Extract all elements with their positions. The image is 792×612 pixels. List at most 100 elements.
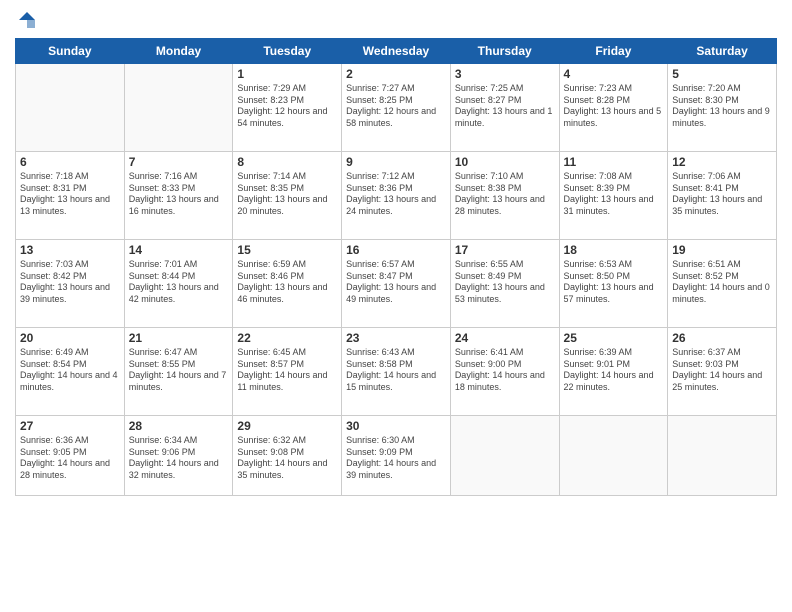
calendar-day-21: 21 Sunrise: 6:47 AM Sunset: 8:55 PM Dayli… (124, 328, 233, 416)
day-info: Sunrise: 7:18 AM Sunset: 8:31 PM Dayligh… (20, 171, 120, 218)
day-number: 15 (237, 243, 337, 257)
calendar-empty-cell (559, 416, 668, 496)
day-number: 24 (455, 331, 555, 345)
calendar-day-13: 13 Sunrise: 7:03 AM Sunset: 8:42 PM Dayli… (16, 240, 125, 328)
day-number: 18 (564, 243, 664, 257)
day-number: 27 (20, 419, 120, 433)
calendar-day-12: 12 Sunrise: 7:06 AM Sunset: 8:41 PM Dayli… (668, 152, 777, 240)
day-info: Sunrise: 6:45 AM Sunset: 8:57 PM Dayligh… (237, 347, 337, 394)
calendar-day-11: 11 Sunrise: 7:08 AM Sunset: 8:39 PM Dayli… (559, 152, 668, 240)
day-info: Sunrise: 6:51 AM Sunset: 8:52 PM Dayligh… (672, 259, 772, 306)
calendar-day-19: 19 Sunrise: 6:51 AM Sunset: 8:52 PM Dayli… (668, 240, 777, 328)
day-number: 7 (129, 155, 229, 169)
calendar-day-25: 25Sunrise: 6:39 AM Sunset: 9:01 PM Dayli… (559, 328, 668, 416)
day-info: Sunrise: 6:53 AM Sunset: 8:50 PM Dayligh… (564, 259, 664, 306)
day-info: Sunrise: 6:57 AM Sunset: 8:47 PM Dayligh… (346, 259, 446, 306)
day-number: 4 (564, 67, 664, 81)
calendar-day-1: 1 Sunrise: 7:29 AM Sunset: 8:23 PM Daylig… (233, 64, 342, 152)
calendar-table: SundayMondayTuesdayWednesdayThursdayFrid… (15, 38, 777, 496)
header (15, 10, 777, 30)
calendar-day-7: 7 Sunrise: 7:16 AM Sunset: 8:33 PM Daylig… (124, 152, 233, 240)
calendar-day-3: 3Sunrise: 7:25 AM Sunset: 8:27 PM Daylig… (450, 64, 559, 152)
day-header-monday: Monday (124, 39, 233, 64)
calendar-week-3: 13 Sunrise: 7:03 AM Sunset: 8:42 PM Dayli… (16, 240, 777, 328)
day-info: Sunrise: 7:03 AM Sunset: 8:42 PM Dayligh… (20, 259, 120, 306)
day-info: Sunrise: 7:23 AM Sunset: 8:28 PM Dayligh… (564, 83, 664, 130)
day-number: 2 (346, 67, 446, 81)
day-info: Sunrise: 7:20 AM Sunset: 8:30 PM Dayligh… (672, 83, 772, 130)
day-info: Sunrise: 7:10 AM Sunset: 8:38 PM Dayligh… (455, 171, 555, 218)
day-info: Sunrise: 7:27 AM Sunset: 8:25 PM Dayligh… (346, 83, 446, 130)
day-number: 23 (346, 331, 446, 345)
day-header-thursday: Thursday (450, 39, 559, 64)
day-header-tuesday: Tuesday (233, 39, 342, 64)
calendar-week-5: 27 Sunrise: 6:36 AM Sunset: 9:05 PM Dayli… (16, 416, 777, 496)
day-header-sunday: Sunday (16, 39, 125, 64)
page: SundayMondayTuesdayWednesdayThursdayFrid… (0, 0, 792, 612)
calendar-day-14: 14 Sunrise: 7:01 AM Sunset: 8:44 PM Dayli… (124, 240, 233, 328)
day-number: 19 (672, 243, 772, 257)
day-info: Sunrise: 7:29 AM Sunset: 8:23 PM Dayligh… (237, 83, 337, 130)
calendar-header-row: SundayMondayTuesdayWednesdayThursdayFrid… (16, 39, 777, 64)
day-number: 16 (346, 243, 446, 257)
day-number: 9 (346, 155, 446, 169)
day-info: Sunrise: 6:41 AM Sunset: 9:00 PM Dayligh… (455, 347, 555, 394)
calendar-day-22: 22 Sunrise: 6:45 AM Sunset: 8:57 PM Dayli… (233, 328, 342, 416)
logo-icon (17, 10, 37, 30)
day-info: Sunrise: 6:30 AM Sunset: 9:09 PM Dayligh… (346, 435, 446, 482)
day-info: Sunrise: 7:08 AM Sunset: 8:39 PM Dayligh… (564, 171, 664, 218)
day-number: 20 (20, 331, 120, 345)
calendar-week-2: 6Sunrise: 7:18 AM Sunset: 8:31 PM Daylig… (16, 152, 777, 240)
day-number: 30 (346, 419, 446, 433)
calendar-day-29: 29Sunrise: 6:32 AM Sunset: 9:08 PM Dayli… (233, 416, 342, 496)
calendar-day-27: 27 Sunrise: 6:36 AM Sunset: 9:05 PM Dayli… (16, 416, 125, 496)
day-info: Sunrise: 6:34 AM Sunset: 9:06 PM Dayligh… (129, 435, 229, 482)
day-number: 17 (455, 243, 555, 257)
day-info: Sunrise: 6:59 AM Sunset: 8:46 PM Dayligh… (237, 259, 337, 306)
calendar-day-6: 6Sunrise: 7:18 AM Sunset: 8:31 PM Daylig… (16, 152, 125, 240)
day-info: Sunrise: 6:47 AM Sunset: 8:55 PM Dayligh… (129, 347, 229, 394)
calendar-empty-cell (668, 416, 777, 496)
calendar-empty-cell (450, 416, 559, 496)
day-info: Sunrise: 7:06 AM Sunset: 8:41 PM Dayligh… (672, 171, 772, 218)
day-number: 12 (672, 155, 772, 169)
calendar-day-20: 20 Sunrise: 6:49 AM Sunset: 8:54 PM Dayli… (16, 328, 125, 416)
calendar-week-1: 1 Sunrise: 7:29 AM Sunset: 8:23 PM Daylig… (16, 64, 777, 152)
calendar-body: 1 Sunrise: 7:29 AM Sunset: 8:23 PM Daylig… (16, 64, 777, 496)
calendar-empty-cell (124, 64, 233, 152)
day-info: Sunrise: 7:14 AM Sunset: 8:35 PM Dayligh… (237, 171, 337, 218)
day-info: Sunrise: 6:39 AM Sunset: 9:01 PM Dayligh… (564, 347, 664, 394)
calendar-week-4: 20 Sunrise: 6:49 AM Sunset: 8:54 PM Dayli… (16, 328, 777, 416)
day-info: Sunrise: 7:12 AM Sunset: 8:36 PM Dayligh… (346, 171, 446, 218)
calendar-day-10: 10 Sunrise: 7:10 AM Sunset: 8:38 PM Dayli… (450, 152, 559, 240)
day-number: 10 (455, 155, 555, 169)
calendar-day-18: 18 Sunrise: 6:53 AM Sunset: 8:50 PM Dayli… (559, 240, 668, 328)
day-number: 21 (129, 331, 229, 345)
day-info: Sunrise: 7:16 AM Sunset: 8:33 PM Dayligh… (129, 171, 229, 218)
day-info: Sunrise: 7:01 AM Sunset: 8:44 PM Dayligh… (129, 259, 229, 306)
day-number: 1 (237, 67, 337, 81)
day-number: 13 (20, 243, 120, 257)
calendar-day-23: 23 Sunrise: 6:43 AM Sunset: 8:58 PM Dayli… (342, 328, 451, 416)
calendar-day-16: 16 Sunrise: 6:57 AM Sunset: 8:47 PM Dayli… (342, 240, 451, 328)
day-number: 8 (237, 155, 337, 169)
day-info: Sunrise: 6:37 AM Sunset: 9:03 PM Dayligh… (672, 347, 772, 394)
day-number: 14 (129, 243, 229, 257)
day-info: Sunrise: 6:43 AM Sunset: 8:58 PM Dayligh… (346, 347, 446, 394)
day-number: 22 (237, 331, 337, 345)
day-info: Sunrise: 6:36 AM Sunset: 9:05 PM Dayligh… (20, 435, 120, 482)
day-number: 11 (564, 155, 664, 169)
calendar-day-24: 24 Sunrise: 6:41 AM Sunset: 9:00 PM Dayli… (450, 328, 559, 416)
day-number: 5 (672, 67, 772, 81)
calendar-day-4: 4 Sunrise: 7:23 AM Sunset: 8:28 PM Daylig… (559, 64, 668, 152)
calendar-day-15: 15 Sunrise: 6:59 AM Sunset: 8:46 PM Dayli… (233, 240, 342, 328)
calendar-day-28: 28Sunrise: 6:34 AM Sunset: 9:06 PM Dayli… (124, 416, 233, 496)
calendar-day-17: 17 Sunrise: 6:55 AM Sunset: 8:49 PM Dayli… (450, 240, 559, 328)
day-header-wednesday: Wednesday (342, 39, 451, 64)
day-info: Sunrise: 7:25 AM Sunset: 8:27 PM Dayligh… (455, 83, 555, 130)
day-number: 26 (672, 331, 772, 345)
day-info: Sunrise: 6:49 AM Sunset: 8:54 PM Dayligh… (20, 347, 120, 394)
calendar-day-5: 5 Sunrise: 7:20 AM Sunset: 8:30 PM Daylig… (668, 64, 777, 152)
day-info: Sunrise: 6:55 AM Sunset: 8:49 PM Dayligh… (455, 259, 555, 306)
calendar-day-2: 2 Sunrise: 7:27 AM Sunset: 8:25 PM Daylig… (342, 64, 451, 152)
